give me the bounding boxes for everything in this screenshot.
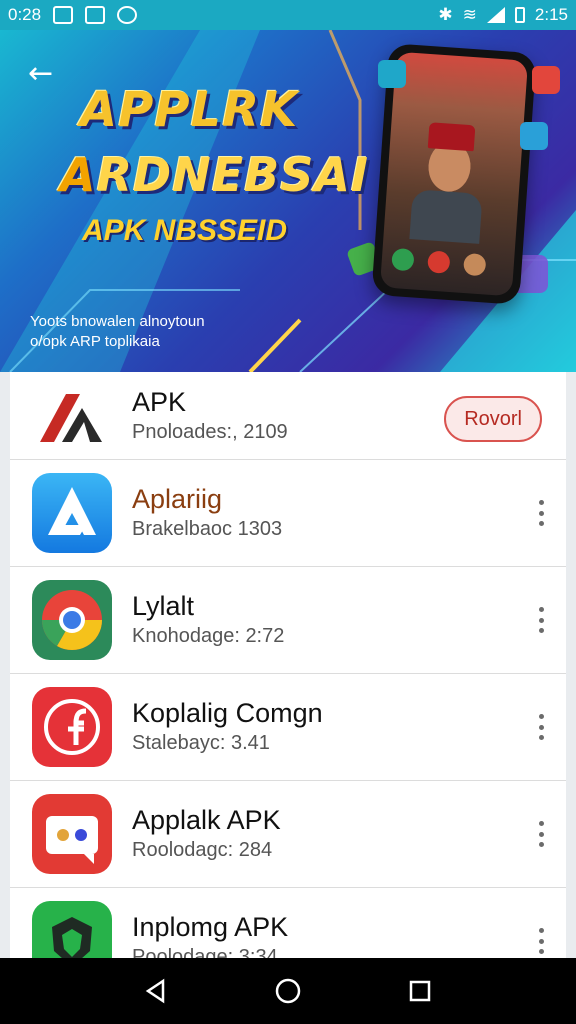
battery-icon	[514, 7, 525, 23]
app-name: Inplomg APK	[132, 912, 289, 942]
store-arrow-icon	[32, 473, 112, 553]
app-subtitle: Pnoloades:, 2109	[132, 420, 288, 443]
banner-tagline: APK NBSSEID	[82, 214, 288, 247]
banner-subtext-line2: o/opk ARP toplikaia	[30, 333, 160, 350]
action-button[interactable]: Rovorl	[444, 396, 542, 442]
app-subtitle: Stalebayc: 3.41	[132, 732, 270, 754]
app-list: APK Pnoloades:, 2109 Rovorl Aplariig Bra…	[10, 372, 566, 958]
app-name: Koplalig Comgn	[132, 698, 323, 728]
banner-title-line1: APPLRK	[80, 82, 299, 138]
banner-title-rest: RDNEBSAI	[96, 148, 370, 202]
caller-avatar-icon	[462, 252, 487, 277]
status-bar: 0:28 ✱ ≋ 2:15	[0, 0, 576, 30]
nav-recents-icon[interactable]	[405, 976, 435, 1006]
call-accept-icon	[391, 247, 415, 272]
face-box-icon	[32, 794, 112, 874]
floating-app-icon	[378, 60, 406, 88]
wifi-icon: ≋	[462, 5, 477, 25]
app-name: Applalk APK	[132, 805, 281, 835]
system-nav-bar	[0, 958, 576, 1024]
bluetooth-icon: ✱	[438, 5, 453, 25]
phone-screen	[379, 51, 529, 297]
floating-app-icon	[520, 122, 548, 150]
green-shield-icon	[32, 901, 112, 958]
floating-app-icon	[532, 66, 560, 94]
apk-logo-icon	[32, 375, 112, 456]
hero-banner: ← APPLRK ARDNEBSAI APK NBSSEID Yoots bno…	[0, 30, 576, 372]
list-item[interactable]: Inplomg APK Poolodage: 3:34	[10, 888, 566, 958]
status-time: 0:28	[8, 5, 42, 24]
person-avatar	[409, 115, 488, 244]
list-item[interactable]: Applalk APK Roolodagc: 284	[10, 781, 566, 888]
more-options-icon[interactable]	[536, 928, 546, 954]
banner-subtext: Yoots bnowalen alnoytoun o/opk ARP topli…	[30, 312, 205, 352]
app-name: Aplariig	[132, 484, 223, 514]
nav-home-icon[interactable]	[273, 976, 303, 1006]
app-name: Lylalt	[132, 591, 195, 621]
battery-text: 2:15	[534, 5, 568, 24]
more-options-icon[interactable]	[536, 714, 546, 740]
app-subtitle: Knohodage: 2:72	[132, 625, 285, 647]
list-item[interactable]: APK Pnoloades:, 2109 Rovorl	[10, 372, 566, 460]
banner-title-prefix: A	[60, 148, 97, 202]
chrome-like-icon	[32, 580, 112, 660]
app-subtitle: Brakelbaoc 1303	[132, 518, 283, 540]
list-item[interactable]: Lylalt Knohodage: 2:72	[10, 567, 566, 674]
more-options-icon[interactable]	[536, 500, 546, 526]
back-arrow-icon[interactable]: ←	[28, 56, 53, 91]
mail-icon	[85, 6, 106, 24]
nav-back-icon[interactable]	[141, 976, 171, 1006]
f-logo-icon	[32, 687, 112, 767]
more-options-icon[interactable]	[536, 607, 546, 633]
app-subtitle: Roolodagc: 284	[132, 839, 273, 861]
call-buttons	[391, 247, 487, 277]
list-item[interactable]: Koplalig Comgn Stalebayc: 3.41	[10, 674, 566, 781]
call-end-icon	[427, 250, 451, 274]
list-item[interactable]: Aplariig Brakelbaoc 1303	[10, 460, 566, 567]
banner-title-line2: ARDNEBSAI	[60, 148, 369, 202]
banner-subtext-line1: Yoots bnowalen alnoytoun	[30, 313, 205, 330]
notification-n-icon	[53, 6, 74, 24]
more-options-icon[interactable]	[536, 821, 546, 847]
sync-icon	[117, 6, 138, 24]
app-subtitle: Poolodage: 3:34	[132, 946, 278, 958]
app-name: APK	[132, 386, 187, 417]
signal-icon	[486, 7, 505, 23]
